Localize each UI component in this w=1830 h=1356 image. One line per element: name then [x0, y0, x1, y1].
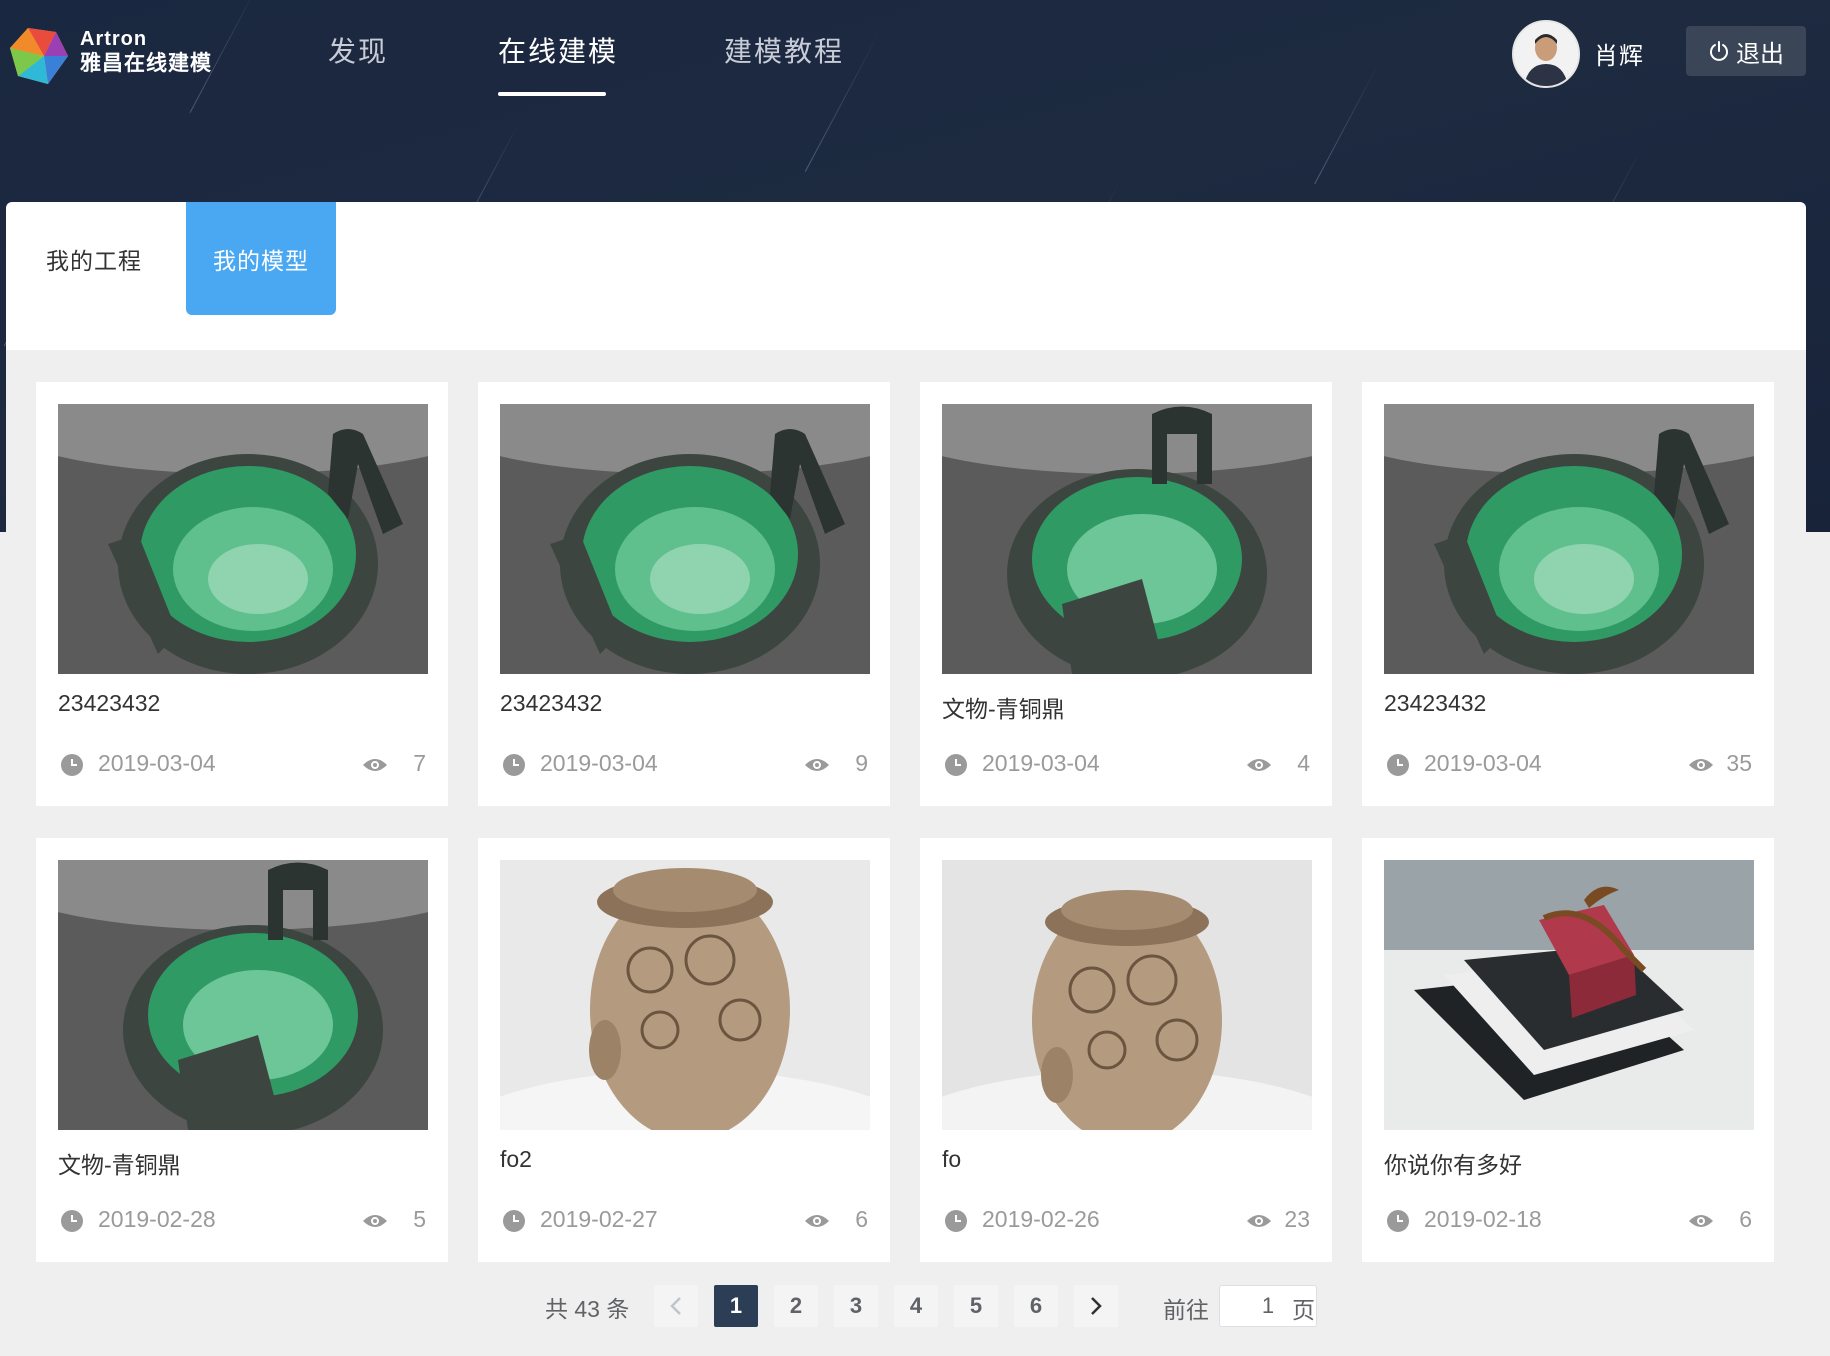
brand-text: Artron 雅昌在线建模: [80, 28, 212, 78]
eye-icon: [1689, 1215, 1713, 1227]
model-thumbnail: [1384, 860, 1754, 1130]
nav-modeling-tutorial[interactable]: 建模教程: [724, 30, 844, 70]
model-views: 6: [1739, 1206, 1752, 1232]
goto-label: 前往: [1163, 1297, 1209, 1323]
model-thumbnail: [500, 860, 870, 1130]
model-title[interactable]: 23423432: [500, 690, 602, 717]
model-meta: 2019-03-04 7: [58, 750, 428, 780]
model-card[interactable]: 文物-青铜鼎 2019-03-04 4: [920, 382, 1332, 806]
model-thumbnail: [1384, 404, 1754, 674]
model-card[interactable]: 文物-青铜鼎 2019-02-28 5: [36, 838, 448, 1262]
model-title[interactable]: 文物-青铜鼎: [58, 1146, 181, 1180]
model-card[interactable]: 你说你有多好 2019-02-18 6: [1362, 838, 1774, 1262]
model-card[interactable]: fo 2019-02-26 23: [920, 838, 1332, 1262]
page-button[interactable]: 6: [1014, 1285, 1058, 1327]
power-icon: [1710, 41, 1728, 61]
model-date: 2019-02-27: [540, 1206, 658, 1232]
model-date: 2019-03-04: [982, 750, 1100, 776]
model-card[interactable]: 23423432 2019-03-04 7: [36, 382, 448, 806]
model-title[interactable]: 23423432: [58, 690, 160, 717]
model-meta: 2019-03-04 9: [500, 750, 870, 780]
logout-label: 退出: [1736, 40, 1784, 68]
model-views: 4: [1297, 750, 1310, 776]
eye-icon: [363, 759, 387, 771]
model-views: 9: [855, 750, 868, 776]
model-date: 2019-02-26: [982, 1206, 1100, 1232]
model-card[interactable]: fo2 2019-02-27 6: [478, 838, 890, 1262]
prev-page-button[interactable]: [654, 1285, 698, 1327]
model-views: 5: [413, 1206, 426, 1232]
model-meta: 2019-03-04 4: [942, 750, 1312, 780]
brand-name-cn: 雅昌在线建模: [80, 52, 212, 75]
clock-icon: [945, 1210, 967, 1232]
eye-icon: [805, 759, 829, 771]
model-thumbnail: [942, 404, 1312, 674]
eye-icon: [805, 1215, 829, 1227]
model-date: 2019-02-18: [1424, 1206, 1542, 1232]
tab-my-models[interactable]: 我的模型: [186, 202, 336, 315]
model-card[interactable]: 23423432 2019-03-04 9: [478, 382, 890, 806]
model-date: 2019-03-04: [98, 750, 216, 776]
model-views: 23: [1284, 1206, 1310, 1232]
model-title[interactable]: 文物-青铜鼎: [942, 690, 1065, 724]
model-title[interactable]: 你说你有多好: [1384, 1146, 1522, 1180]
avatar-photo: [1514, 22, 1578, 86]
model-meta: 2019-02-18 6: [1384, 1206, 1754, 1236]
artron-logo-icon: [10, 28, 68, 84]
model-card[interactable]: 23423432 2019-03-04 35: [1362, 382, 1774, 806]
nav-discover[interactable]: 发现: [328, 30, 388, 70]
clock-icon: [503, 1210, 525, 1232]
model-date: 2019-03-04: [1424, 750, 1542, 776]
model-title[interactable]: 23423432: [1384, 690, 1486, 717]
eye-icon: [1247, 1215, 1271, 1227]
logout-button[interactable]: 退出: [1686, 26, 1806, 76]
page-button[interactable]: 4: [894, 1285, 938, 1327]
eye-icon: [1247, 759, 1271, 771]
clock-icon: [945, 754, 967, 776]
brand-name-en: Artron: [80, 28, 148, 50]
page-button[interactable]: 1: [714, 1285, 758, 1327]
chevron-left-icon: [670, 1297, 681, 1315]
tab-my-projects[interactable]: 我的工程: [26, 202, 162, 315]
page-button[interactable]: 3: [834, 1285, 878, 1327]
model-date: 2019-03-04: [540, 750, 658, 776]
nav-online-modeling[interactable]: 在线建模: [498, 30, 618, 70]
chevron-right-icon: [1091, 1297, 1102, 1315]
model-thumbnail: [58, 860, 428, 1130]
model-views: 6: [855, 1206, 868, 1232]
clock-icon: [1387, 754, 1409, 776]
model-views: 35: [1726, 750, 1752, 776]
clock-icon: [503, 754, 525, 776]
tabs-panel: 我的工程 我的模型: [6, 202, 1806, 350]
eye-icon: [1689, 759, 1713, 771]
model-thumbnail: [942, 860, 1312, 1130]
model-meta: 2019-02-26 23: [942, 1206, 1312, 1236]
model-meta: 2019-03-04 35: [1384, 750, 1754, 780]
pagination-total: 共 43 条: [545, 1296, 630, 1322]
model-views: 7: [413, 750, 426, 776]
model-meta: 2019-02-28 5: [58, 1206, 428, 1236]
page-suffix: 页: [1292, 1297, 1315, 1323]
clock-icon: [61, 754, 83, 776]
user-name[interactable]: 肖辉: [1594, 36, 1644, 71]
eye-icon: [363, 1215, 387, 1227]
page-button[interactable]: 2: [774, 1285, 818, 1327]
model-title[interactable]: fo: [942, 1146, 961, 1173]
model-title[interactable]: fo2: [500, 1146, 532, 1173]
model-date: 2019-02-28: [98, 1206, 216, 1232]
next-page-button[interactable]: [1074, 1285, 1118, 1327]
nav-active-indicator: [498, 92, 606, 96]
top-navigation-bar: Artron 雅昌在线建模 发现 在线建模 建模教程 肖辉 退出: [0, 0, 1830, 110]
page-button[interactable]: 5: [954, 1285, 998, 1327]
clock-icon: [1387, 1210, 1409, 1232]
user-avatar[interactable]: [1512, 20, 1580, 88]
model-thumbnail: [500, 404, 870, 674]
clock-icon: [61, 1210, 83, 1232]
model-thumbnail: [58, 404, 428, 674]
model-meta: 2019-02-27 6: [500, 1206, 870, 1236]
